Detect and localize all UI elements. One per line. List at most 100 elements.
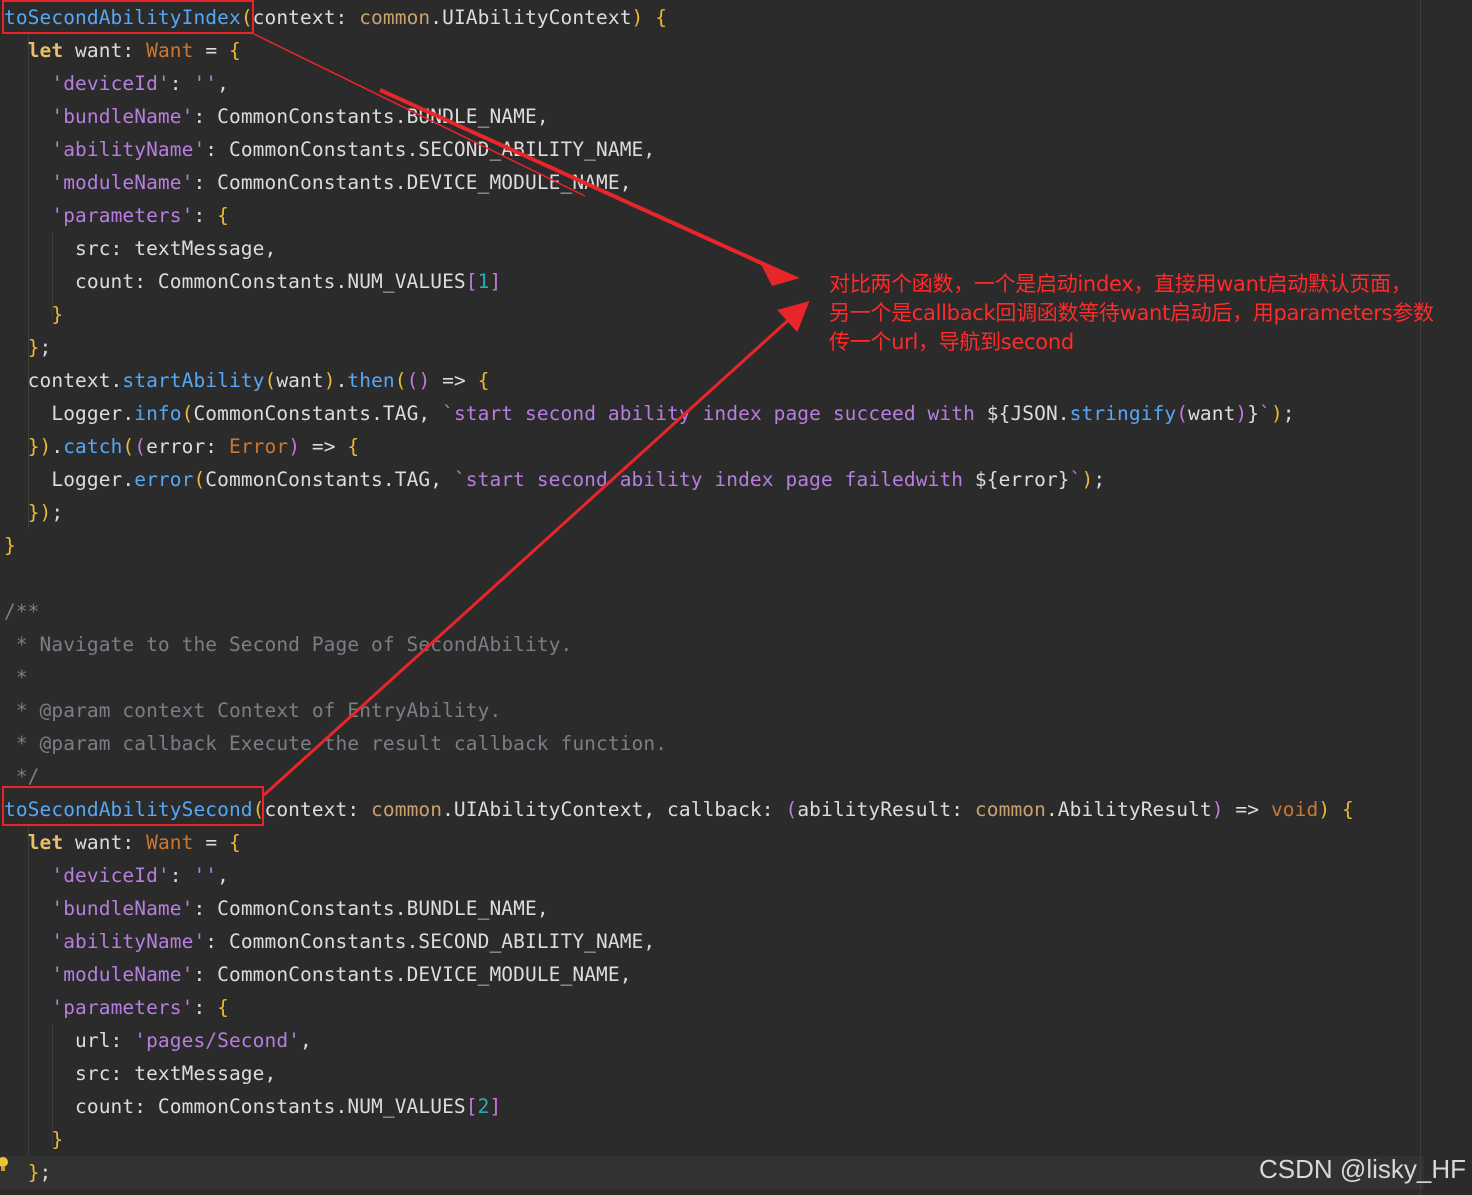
code-token: , — [217, 864, 229, 887]
code-token: */ — [4, 765, 40, 788]
code-token: `start second ability index page failedw… — [453, 468, 975, 491]
code-token: let — [27, 39, 64, 62]
code-line: } — [0, 298, 63, 331]
code-token: { — [1342, 798, 1354, 821]
code-token: } — [1247, 402, 1260, 425]
code-token: 'bundleName' — [51, 897, 194, 920]
code-token: : CommonConstants.DEVICE_MODULE_NAME, — [193, 963, 632, 986]
code-token: 'parameters' — [51, 204, 194, 227]
code-token: }) — [27, 435, 52, 458]
code-token: ( — [193, 468, 206, 491]
code-token: 'bundleName' — [51, 105, 194, 128]
code-line: }; — [0, 331, 52, 364]
code-token: ) — [1235, 402, 1248, 425]
code-line: 'deviceId': '', — [0, 859, 229, 892]
code-token: info — [134, 402, 182, 425]
code-token: ( — [122, 435, 135, 458]
code-token: ` — [1069, 468, 1082, 491]
code-token: Logger. — [4, 468, 135, 491]
code-token: ( — [394, 369, 407, 392]
code-token: 'abilityName' — [51, 138, 206, 161]
code-token: { — [229, 39, 241, 62]
code-token: } — [27, 1161, 40, 1184]
code-line: 'abilityName': CommonConstants.SECOND_AB… — [0, 133, 655, 166]
code-token: : CommonConstants.SECOND_ABILITY_NAME, — [205, 930, 656, 953]
code-token: 'deviceId' — [51, 864, 170, 887]
code-token: CommonConstants.TAG, — [193, 402, 443, 425]
code-token: . — [335, 369, 348, 392]
code-line: * @param context Context of EntryAbility… — [0, 694, 501, 727]
code-token: want — [276, 369, 324, 392]
code-line: 'bundleName': CommonConstants.BUNDLE_NAM… — [0, 100, 549, 133]
code-token: } — [4, 534, 16, 557]
code-token: () — [406, 369, 431, 392]
code-token: .AbilityResult — [1045, 798, 1212, 821]
code-token: ] — [489, 270, 502, 293]
code-line: Logger.info(CommonConstants.TAG, `start … — [0, 397, 1295, 430]
code-token: . — [51, 435, 64, 458]
code-line: }).catch((error: Error) => { — [0, 430, 359, 463]
code-token: } — [27, 336, 40, 359]
code-token: ; — [51, 501, 64, 524]
code-token: ] — [489, 1095, 502, 1118]
code-token: 1 — [477, 270, 490, 293]
code-token: .UIAbilityContext — [430, 6, 632, 29]
code-token: : CommonConstants.DEVICE_MODULE_NAME, — [193, 171, 632, 194]
code-token: ( — [134, 435, 147, 458]
code-editor[interactable]: toSecondAbilityIndex(context: common.UIA… — [0, 0, 1472, 1195]
code-line: 'parameters': { — [0, 199, 229, 232]
code-token: ) — [1081, 468, 1094, 491]
code-token: count: CommonConstants.NUM_VALUES — [4, 270, 466, 293]
code-token: let — [27, 831, 64, 854]
code-token: : — [169, 72, 194, 95]
code-token: ( — [264, 369, 277, 392]
lightbulb-icon[interactable] — [0, 1156, 9, 1172]
code-token: context: — [264, 798, 372, 821]
code-token: : — [193, 996, 218, 1019]
annotation-note: 对比两个函数，一个是启动index，直接用want启动默认页面， 另一个是cal… — [829, 270, 1469, 357]
code-token: => — [300, 435, 348, 458]
code-token: [ — [465, 1095, 478, 1118]
highlight-box-index — [2, 0, 254, 34]
code-token: ) — [323, 369, 336, 392]
code-line: src: textMessage, — [0, 232, 276, 265]
highlight-box-second — [2, 786, 264, 826]
code-token: * — [4, 666, 28, 689]
code-token: 'moduleName' — [51, 963, 194, 986]
code-line: url: 'pages/Second', — [0, 1024, 312, 1057]
code-token: context: — [252, 6, 360, 29]
code-token: , — [217, 72, 229, 95]
code-token: common — [371, 798, 443, 821]
code-token: void — [1270, 798, 1319, 821]
code-token: } — [1057, 468, 1070, 491]
code-token: Want — [146, 39, 194, 62]
code-token: url: — [4, 1029, 135, 1052]
code-line: let want: Want = { — [0, 826, 241, 859]
code-token: 2 — [477, 1095, 490, 1118]
code-token: } — [51, 303, 64, 326]
code-token: }) — [27, 501, 52, 524]
code-token: [ — [465, 270, 478, 293]
annotation-line-2: 另一个是callback回调函数等待want启动后，用parameters参数 — [829, 301, 1434, 325]
code-token: common — [359, 6, 431, 29]
code-token: error — [134, 468, 194, 491]
code-token: CommonConstants.TAG, — [205, 468, 454, 491]
code-line: src: textMessage, — [0, 1057, 276, 1090]
code-token: 'abilityName' — [51, 930, 206, 953]
code-token: 'parameters' — [51, 996, 194, 1019]
code-token: ) — [1211, 798, 1224, 821]
code-token: ( — [785, 798, 798, 821]
code-token: 'pages/Second' — [134, 1029, 301, 1052]
code-token: '' — [193, 864, 218, 887]
code-token: ) — [288, 435, 301, 458]
code-line: let want: Want = { — [0, 34, 241, 67]
code-token: { — [347, 435, 360, 458]
